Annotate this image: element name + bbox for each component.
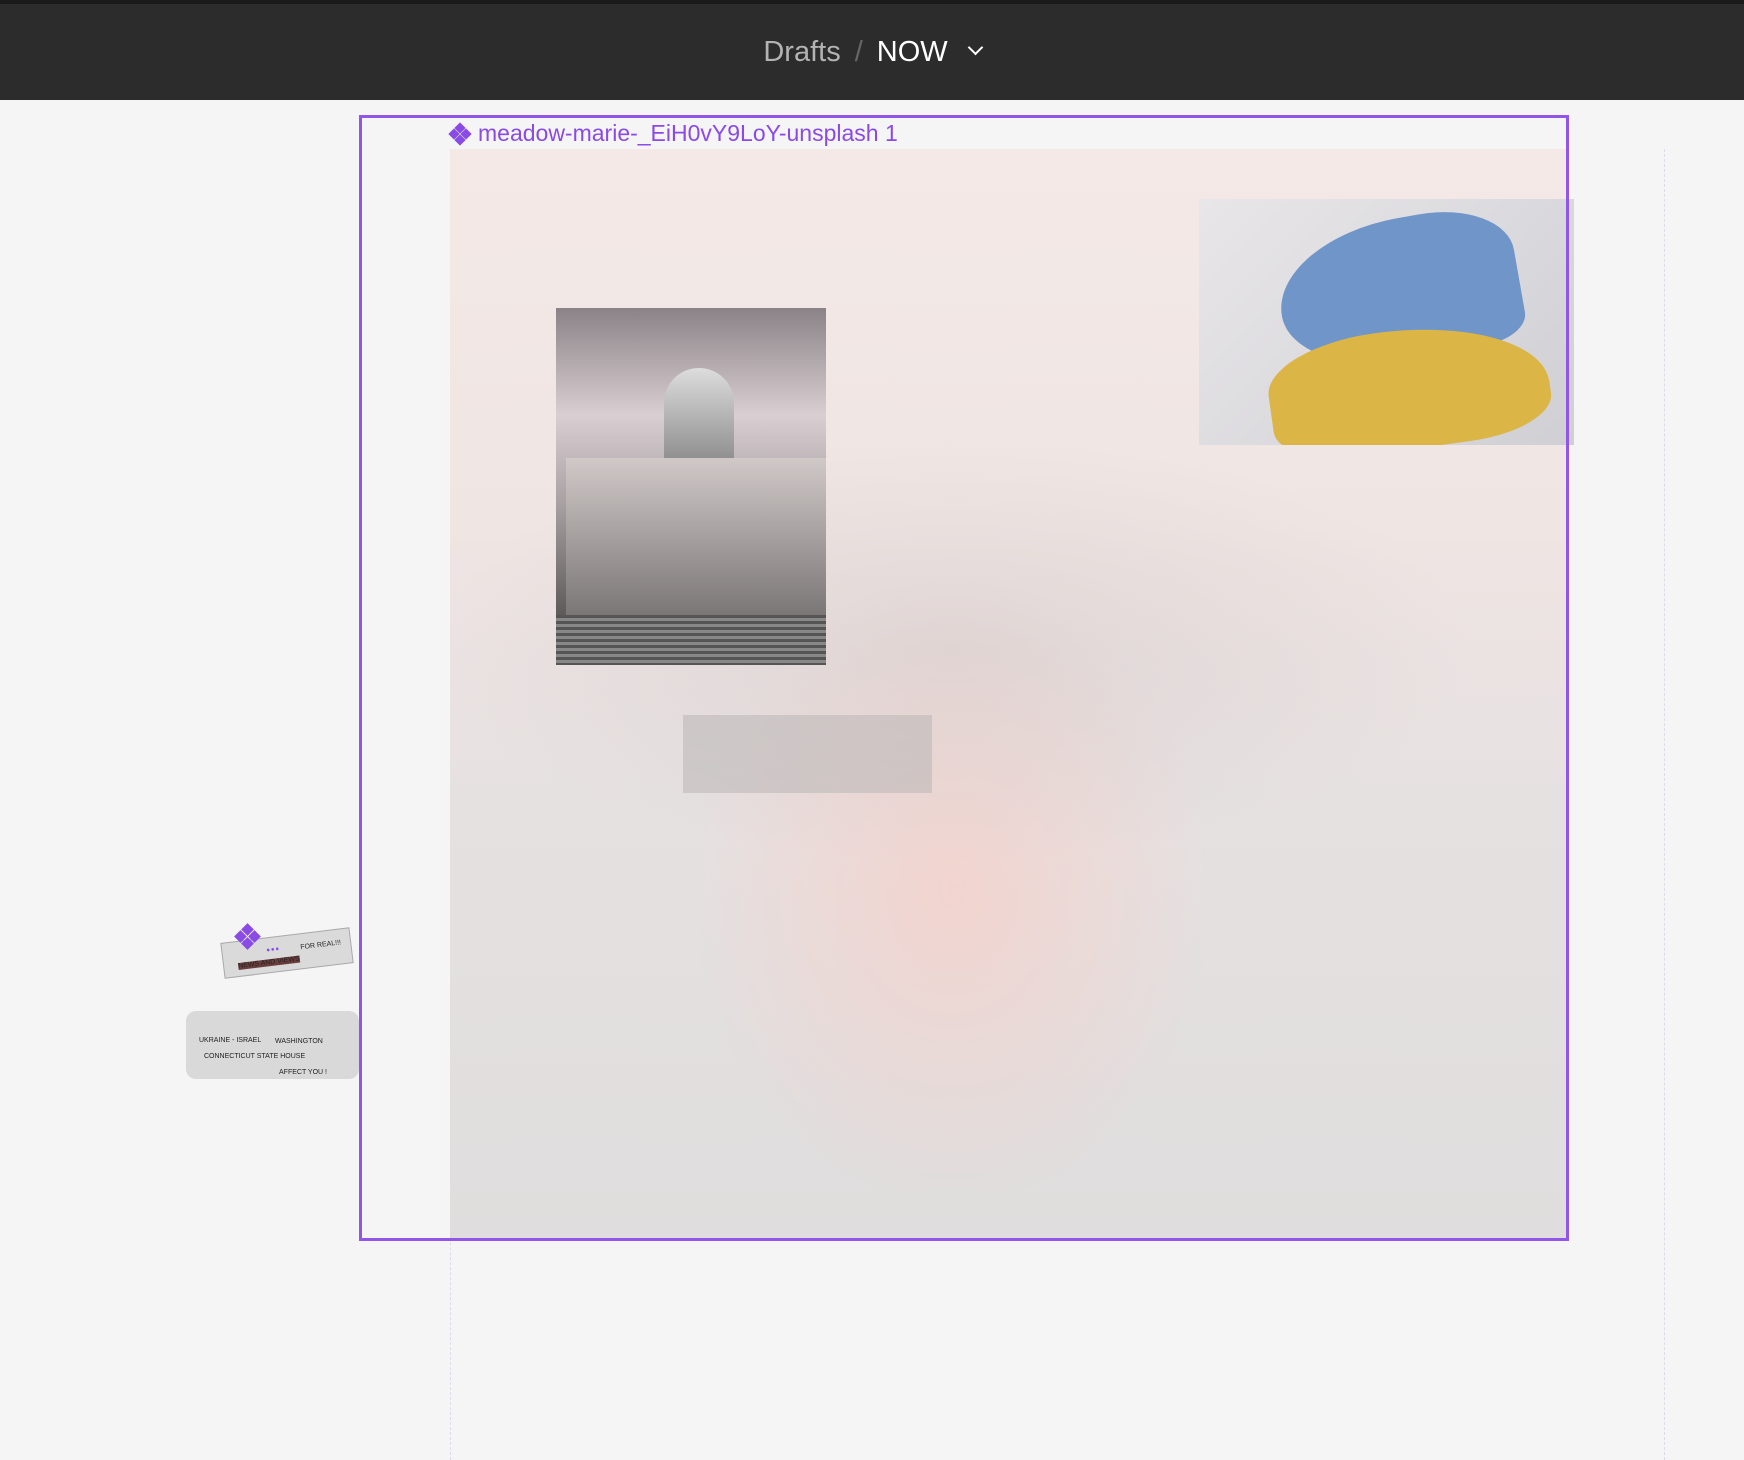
card-connecticut: CONNECTICUT STATE HOUSE bbox=[204, 1053, 306, 1060]
selection-frame[interactable] bbox=[359, 115, 1569, 1241]
dots: ••• bbox=[265, 943, 281, 957]
file-name[interactable]: NOW bbox=[877, 36, 948, 68]
news-and-views-text: NEWS AND VIEWS bbox=[237, 955, 301, 971]
component-icon bbox=[234, 923, 261, 950]
card-affect: AFFECT YOU ! bbox=[279, 1069, 327, 1076]
frame-name: meadow-marie-_EiH0vY9LoY-unsplash 1 bbox=[478, 120, 898, 146]
card-ukraine: UKRAINE - ISRAEL bbox=[199, 1037, 262, 1044]
breadcrumb-drafts[interactable]: Drafts bbox=[763, 36, 840, 68]
breadcrumb-separator: / bbox=[854, 36, 863, 68]
component-icon bbox=[448, 121, 472, 146]
top-bar: Drafts / NOW bbox=[0, 0, 1744, 100]
topics-card[interactable]: UKRAINE - ISRAEL WASHINGTON CONNECTICUT … bbox=[186, 1011, 359, 1079]
card-washington: WASHINGTON bbox=[275, 1038, 323, 1045]
chevron-down-icon[interactable] bbox=[967, 39, 983, 56]
frame-label[interactable]: meadow-marie-_EiH0vY9LoY-unsplash 1 bbox=[448, 120, 898, 147]
for-real-text: FOR REAL!!! bbox=[300, 939, 342, 952]
breadcrumb: Drafts / NOW bbox=[0, 36, 1744, 69]
guide-line bbox=[1664, 149, 1665, 1460]
